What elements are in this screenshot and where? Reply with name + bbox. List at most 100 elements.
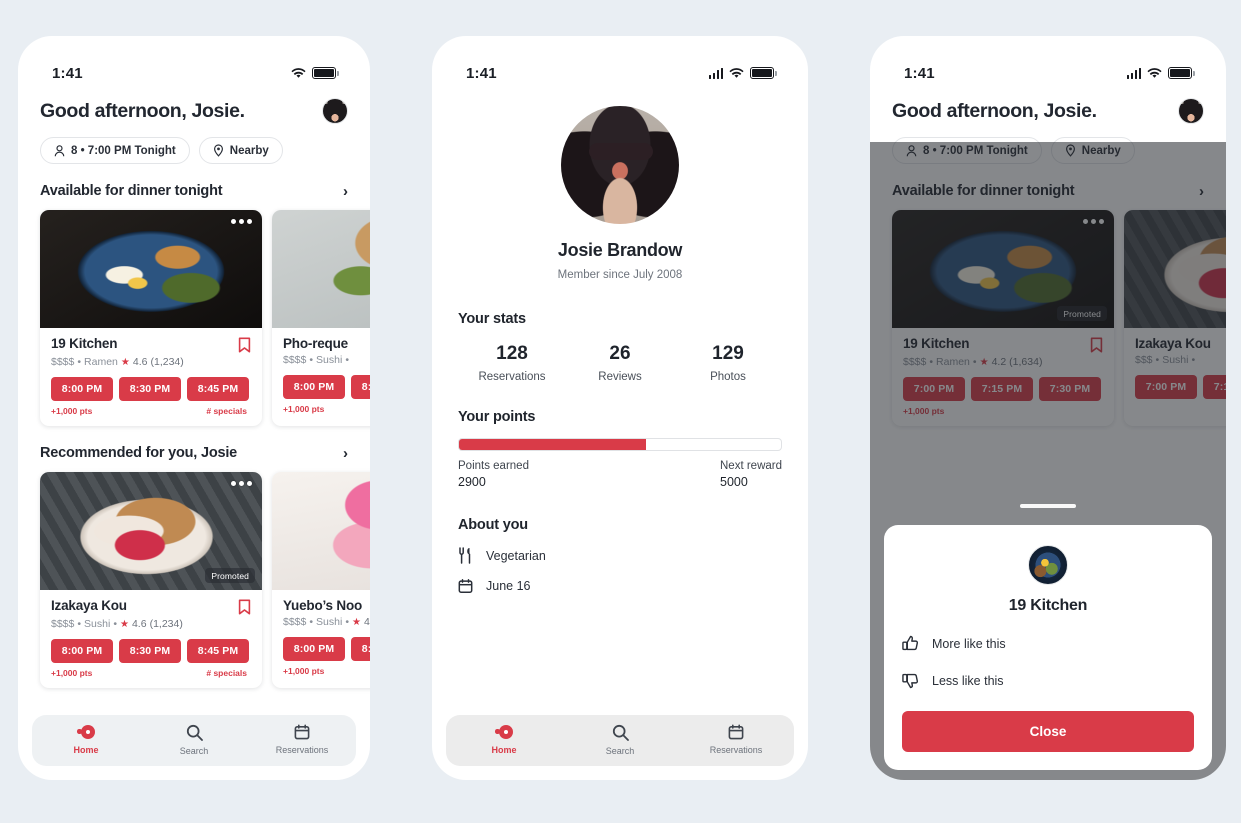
thumbs-up-icon	[902, 635, 919, 651]
time-slot-sublabels: +1,000 pts # specials	[51, 406, 247, 416]
phone3-screen: 1:41 Good afternoon, Josie. 19 Kitchen M…	[870, 36, 1226, 780]
chip-party-time[interactable]: 8 • 7:00 PM Tonight	[40, 137, 190, 164]
status-time: 1:41	[466, 64, 497, 82]
points-earned-value: 2900	[458, 475, 486, 489]
about-item-diet: Vegetarian	[458, 547, 782, 564]
points-label: +1,000 pts	[51, 668, 93, 678]
screenshot-canvas: 1:41 Good afternoon, Josie. 8 • 7:00 PM …	[0, 0, 1241, 823]
chevron-right-icon[interactable]: ›	[343, 446, 348, 461]
review-count: (1,234)	[150, 356, 184, 368]
stat-reviews: 26 Reviews	[566, 343, 674, 383]
status-bar: 1:41	[18, 36, 370, 84]
tab-reservations[interactable]: Reservations	[678, 724, 794, 756]
points-label: +1,000 pts	[283, 404, 325, 414]
greeting-title: Good afternoon, Josie.	[40, 99, 245, 122]
restaurant-meta: $$$$ • Sushi • ★ 4.6 (1,234)	[51, 618, 183, 630]
search-icon	[612, 724, 629, 741]
time-slot-button[interactable]: 8:00 PM	[51, 639, 113, 663]
section-title: Recommended for you, Josie	[40, 445, 238, 461]
chip-nearby[interactable]: Nearby	[198, 137, 283, 164]
calendar-icon	[728, 724, 744, 740]
points-progress-fill	[459, 439, 646, 450]
rating-value: 4.6	[132, 356, 148, 368]
restaurant-card[interactable]: 19 Kitchen $$$$ • Ramen ★ 4.6 (1,234) 8:…	[40, 210, 262, 426]
tab-search[interactable]: Search	[140, 724, 248, 756]
user-avatar[interactable]	[322, 98, 348, 124]
wifi-icon	[291, 67, 306, 78]
status-icons	[708, 67, 777, 79]
sheet-option-less[interactable]: Less like this	[902, 672, 1194, 689]
status-icons	[291, 67, 339, 79]
home-icon	[77, 724, 95, 740]
chevron-right-icon[interactable]: ›	[343, 184, 348, 199]
specials-label: # specials	[206, 406, 247, 416]
profile-name: Josie Brandow	[557, 240, 683, 260]
phone-mockup-profile: 1:41 Josie Brandow Member since July 200…	[432, 36, 808, 780]
time-slot-button[interactable]: 8:00 PM	[283, 637, 345, 661]
time-slot-button[interactable]: 8:00 PM	[51, 377, 113, 401]
close-button[interactable]: Close	[902, 711, 1194, 752]
section-header-dinner: Available for dinner tonight ›	[18, 164, 370, 199]
stat-label: Reservations	[478, 371, 546, 383]
restaurant-card-body: 19 Kitchen $$$$ • Ramen ★ 4.6 (1,234) 8:…	[40, 328, 262, 426]
tab-reservations-label: Reservations	[275, 745, 329, 755]
restaurant-photo	[40, 210, 262, 328]
greeting-row: Good afternoon, Josie.	[18, 84, 370, 124]
calendar-icon	[294, 724, 310, 740]
star-icon: ★	[120, 356, 130, 368]
more-options-icon[interactable]	[231, 481, 252, 486]
about-heading: About you	[458, 517, 528, 533]
price-level: $$$$	[51, 356, 75, 368]
time-slot-button[interactable]: 8:30 PM	[119, 639, 181, 663]
tab-home[interactable]: Home	[446, 724, 562, 756]
user-avatar[interactable]	[1178, 98, 1204, 124]
filter-chips: 8 • 7:00 PM Tonight Nearby	[18, 124, 370, 164]
restaurant-card-row[interactable]: Promoted Izakaya Kou $$$$ • Sushi • ★ 4.…	[18, 461, 370, 688]
chip-nearby-label: Nearby	[229, 144, 269, 157]
restaurant-card[interactable]: Yuebo’s Noo $$$$ • Sushi • ★ 4.6 (1,234)…	[272, 472, 370, 688]
bookmark-icon[interactable]	[238, 599, 251, 615]
restaurant-card-body: Yuebo’s Noo $$$$ • Sushi • ★ 4.6 (1,234)…	[272, 590, 370, 686]
stat-label: Reviews	[598, 371, 642, 383]
cellular-bars-icon	[708, 67, 723, 79]
cutlery-icon	[459, 547, 471, 564]
tab-search[interactable]: Search	[562, 724, 678, 756]
time-slot-button[interactable]: 8:30 PM	[351, 375, 370, 399]
time-slot-button[interactable]: 8:45 PM	[187, 377, 249, 401]
next-reward-label: Next reward	[720, 460, 782, 472]
tab-home[interactable]: Home	[32, 724, 140, 756]
restaurant-thumbnail	[1028, 545, 1068, 585]
restaurant-name: Izakaya Kou	[51, 598, 127, 613]
restaurant-card[interactable]: Promoted Izakaya Kou $$$$ • Sushi • ★ 4.…	[40, 472, 262, 688]
cuisine: Ramen	[84, 356, 118, 368]
sheet-option-label: Less like this	[932, 673, 1004, 688]
stat-reservations: 128 Reservations	[458, 343, 566, 383]
stats-row: 128 Reservations 26 Reviews 129 Photos	[458, 343, 782, 383]
time-slot-button[interactable]: 8:30 PM	[351, 637, 370, 661]
restaurant-card[interactable]: Pho-reque $$$$ • Sushi • 8:00 PM 8:30 PM…	[272, 210, 370, 426]
section-header-recommended: Recommended for you, Josie ›	[18, 426, 370, 461]
home-icon	[495, 724, 513, 740]
tab-reservations[interactable]: Reservations	[248, 724, 356, 756]
profile-photo[interactable]	[561, 106, 679, 224]
sheet-grabber[interactable]	[1020, 504, 1076, 508]
restaurant-card-row[interactable]: 19 Kitchen $$$$ • Ramen ★ 4.6 (1,234) 8:…	[18, 199, 370, 426]
greeting-row: Good afternoon, Josie.	[870, 84, 1226, 124]
sheet-option-more[interactable]: More like this	[902, 635, 1194, 652]
time-slot-row: 8:00 PM 8:30 PM 8:45 PM	[51, 377, 251, 401]
next-reward-value: 5000	[720, 475, 748, 489]
time-slot-button[interactable]: 8:45 PM	[187, 639, 249, 663]
person-icon	[54, 144, 65, 156]
time-slot-button[interactable]: 8:30 PM	[119, 377, 181, 401]
time-slot-button[interactable]: 8:00 PM	[283, 375, 345, 399]
star-icon: ★	[352, 616, 361, 628]
restaurant-photo: Promoted	[40, 472, 262, 590]
cuisine: Sushi	[316, 354, 343, 366]
bottom-tab-bar: Home Search Reservations	[446, 715, 794, 766]
points-progress-bar	[458, 438, 782, 451]
bookmark-icon[interactable]	[238, 337, 251, 353]
more-options-icon[interactable]	[231, 219, 252, 224]
restaurant-name: Pho-reque	[283, 336, 348, 351]
battery-icon	[312, 67, 339, 79]
restaurant-name: Yuebo’s Noo	[283, 598, 363, 613]
